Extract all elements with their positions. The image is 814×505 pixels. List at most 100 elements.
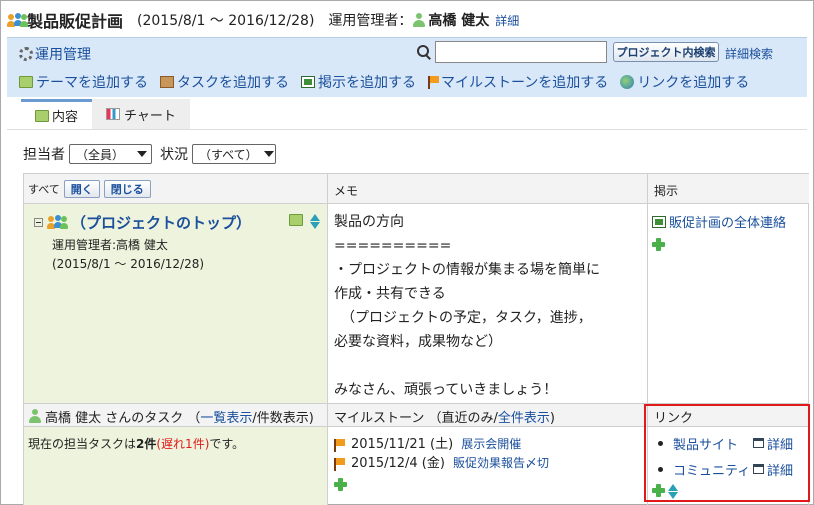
move-updown-icon[interactable] <box>309 214 321 230</box>
tasks-summary-after: です。 <box>209 437 245 451</box>
milestone-title-link[interactable]: 販促効果報告〆切 <box>453 454 549 473</box>
status-select-value: （すべて） <box>199 147 258 162</box>
add-actions: テーマを追加する タスクを追加する 掲示を追加する マイルストーンを追加する リ… <box>19 72 749 92</box>
tree-header: すべて 開く 閉じる <box>24 174 328 204</box>
project-detail-link[interactable]: 詳細 <box>495 12 519 29</box>
close-all-button[interactable]: 閉じる <box>103 180 151 198</box>
tasks-summary-late: (遅れ1件) <box>156 437 210 451</box>
memo-text: 製品の方向 ========== ・プロジェクトの情報が集まる場を簡単に 作成・… <box>334 214 600 398</box>
tasks-summary-count: 2件 <box>136 437 157 451</box>
milestones-header-prefix: マイルストーン （直近のみ/ <box>334 411 498 426</box>
milestone-date: 2015/12/4 (金) <box>351 456 445 471</box>
app-window: 製品販促計画 (2015/8/1 ～ 2016/12/28) 運用管理者： 高橋… <box>0 0 814 505</box>
user-icon <box>412 12 426 28</box>
gear-icon <box>19 47 33 61</box>
tasks-list-view-link[interactable]: 一覧表示 <box>200 407 252 426</box>
admin-link[interactable]: 運用管理 <box>19 44 91 64</box>
board-header-label: 掲示 <box>654 184 679 198</box>
project-members-icon <box>7 12 28 28</box>
tab-content[interactable]: 内容 <box>21 99 93 129</box>
milestones-header-suffix: ) <box>549 411 555 426</box>
add-link-label: リンクを追加する <box>637 75 750 91</box>
project-top-manager: 運用管理者:高橋 健太 <box>52 238 168 252</box>
project-top-icons <box>289 214 321 230</box>
add-milestone-link[interactable]: マイルストーンを追加する <box>428 72 608 92</box>
flag-icon <box>334 438 345 452</box>
flag-icon <box>428 76 439 89</box>
tab-chart[interactable]: チャート <box>92 99 190 129</box>
add-theme-label: テーマを追加する <box>36 75 148 91</box>
add-milestone-label: マイルストーンを追加する <box>441 75 609 91</box>
tasks-summary-before: 現在の担当タスクは <box>28 437 137 451</box>
tasks-header: 高橋 健太 さんのタスク （ 一覧表示 /件数表示) <box>24 404 328 427</box>
folder-icon[interactable] <box>289 214 303 226</box>
memo-header-label: メモ <box>334 184 359 198</box>
project-info: 運用管理者:高橋 健太 (2015/8/1 ～ 2016/12/28) <box>52 236 204 274</box>
status-select[interactable]: （すべて） <box>192 144 276 164</box>
chevron-down-icon <box>137 151 147 157</box>
project-top-link[interactable]: （プロジェクトのトップ） <box>34 212 251 233</box>
flag-icon <box>334 457 345 471</box>
folder-icon <box>19 76 33 88</box>
board-icon <box>301 76 315 88</box>
tasks-count-view-label: /件数表示) <box>252 411 314 426</box>
board-header: 掲示 <box>648 174 809 204</box>
milestone-list: 2015/11/21 (土) 展示会開催 2015/12/4 (金) 販促効果報… <box>334 435 549 473</box>
tasks-summary: 現在の担当タスクは2件(遅れ1件)です。 <box>28 435 244 452</box>
project-name: 製品販促計画 <box>27 12 124 31</box>
milestones-cell: 2015/11/21 (土) 展示会開催 2015/12/4 (金) 販促効果報… <box>328 427 648 505</box>
project-top-period: (2015/8/1 ～ 2016/12/28) <box>52 257 205 271</box>
tab-content-label: 内容 <box>52 110 79 125</box>
add-theme-link[interactable]: テーマを追加する <box>19 72 148 92</box>
board-item-title: 販促計画の全体連絡 <box>669 216 787 231</box>
project-search-button[interactable]: プロジェクト内検索 <box>613 42 719 62</box>
project-period: (2015/8/1 ～ 2016/12/28) <box>137 13 315 29</box>
add-board-label: 掲示を追加する <box>318 75 416 91</box>
open-all-button[interactable]: 開く <box>63 180 100 198</box>
collapse-icon[interactable] <box>34 218 43 227</box>
filter-bar: 担当者 （全員） 状況 （すべて） <box>23 144 284 164</box>
milestone-date: 2015/11/21 (土) <box>351 437 454 452</box>
add-board-link[interactable]: 掲示を追加する <box>301 72 416 92</box>
assignee-select-value: （全員） <box>76 147 125 162</box>
chevron-down-icon <box>263 151 274 157</box>
project-top-cell: （プロジェクトのトップ） 運用管理者:高橋 健太 (2015/8/1 ～ 201… <box>24 204 328 404</box>
add-board-plus-icon[interactable] <box>652 238 665 251</box>
milestones-show-all-link[interactable]: 全件表示 <box>498 411 550 426</box>
tasks-cell: 現在の担当タスクは2件(遅れ1件)です。 <box>24 427 328 505</box>
manager-name: 高橋 健太 <box>428 13 490 29</box>
folder-icon <box>35 109 49 122</box>
add-task-link[interactable]: タスクを追加する <box>160 72 289 92</box>
chart-icon <box>106 108 121 120</box>
milestone-title-link[interactable]: 展示会開催 <box>461 435 521 454</box>
add-link-link[interactable]: リンクを追加する <box>620 72 749 92</box>
assignee-label: 担当者 <box>23 147 65 163</box>
search-input[interactable] <box>435 41 607 63</box>
admin-link-label: 運用管理 <box>35 47 91 63</box>
globe-icon <box>620 75 635 89</box>
board-icon <box>652 215 666 228</box>
project-members-icon <box>47 215 68 230</box>
tab-chart-label: チャート <box>124 108 176 124</box>
highlight-box <box>644 404 810 502</box>
tasks-header-prefix: 高橋 健太 さんのタスク （ <box>45 411 201 426</box>
milestones-header: マイルストーン （直近のみ/全件表示) <box>328 404 648 427</box>
status-label: 状況 <box>160 147 188 163</box>
add-milestone-plus-icon[interactable] <box>334 478 347 491</box>
assignee-select[interactable]: （全員） <box>69 144 152 164</box>
view-tabs: 内容 チャート <box>21 99 190 129</box>
milestone-item: 2015/11/21 (土) 展示会開催 <box>334 435 549 454</box>
memo-header: メモ <box>328 174 648 204</box>
project-toolbar: 運用管理 プロジェクト内検索 詳細検索 テーマを追加する タスクを追加する 掲示… <box>7 37 807 97</box>
advanced-search-link[interactable]: 詳細検索 <box>725 45 773 62</box>
title-bar: 製品販促計画 (2015/8/1 ～ 2016/12/28) 運用管理者： 高橋… <box>7 9 519 31</box>
milestone-item: 2015/12/4 (金) 販促効果報告〆切 <box>334 454 549 473</box>
board-cell: 販促計画の全体連絡 <box>648 204 809 404</box>
box-icon <box>160 76 174 88</box>
user-icon <box>28 409 42 424</box>
board-item[interactable]: 販促計画の全体連絡 <box>652 212 786 231</box>
manager-label: 運用管理者： <box>328 13 413 29</box>
search-icon <box>417 45 431 59</box>
memo-cell: 製品の方向 ========== ・プロジェクトの情報が集まる場を簡単に 作成・… <box>328 204 648 404</box>
all-label: すべて <box>28 183 60 196</box>
